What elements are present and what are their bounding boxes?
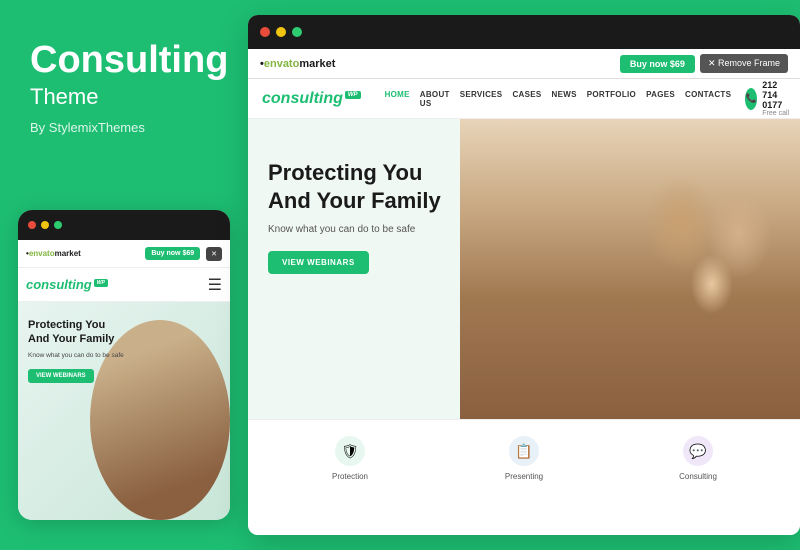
family-photo <box>460 119 800 419</box>
bottom-item-3: 💬 Consulting <box>616 436 780 481</box>
mobile-view-webinars-button[interactable]: VIEW WEBINARS <box>28 369 94 383</box>
nav-item-about[interactable]: ABOUT US <box>420 90 450 108</box>
desktop-logo: consultingWP <box>262 90 361 108</box>
desktop-hero-content: Protecting You And Your Family Know what… <box>268 159 448 274</box>
nav-item-services[interactable]: SERVICES <box>460 90 503 108</box>
desktop-nav: consultingWP HOME ABOUT US SERVICES CASE… <box>248 79 800 119</box>
mobile-envato-logo: •envatomarket <box>26 249 81 258</box>
mobile-dot-yellow <box>41 221 49 229</box>
theme-subtitle: Theme <box>30 84 218 110</box>
desktop-nav-items: HOME ABOUT US SERVICES CASES NEWS PORTFO… <box>385 90 732 108</box>
family-photo-bg <box>460 119 800 419</box>
nav-item-cases[interactable]: CASES <box>512 90 541 108</box>
desktop-wp-badge: WP <box>345 91 361 99</box>
mobile-logo: consultingWP <box>26 277 108 292</box>
desktop-mockup: •envatomarket Buy now $69 ✕ Remove Frame… <box>248 15 800 535</box>
nav-item-home[interactable]: HOME <box>385 90 410 108</box>
phone-number: 212 714 0177 <box>762 80 792 110</box>
desktop-dot-red <box>260 27 270 37</box>
author-label: By StylemixThemes <box>30 120 218 135</box>
nav-item-portfolio[interactable]: PORTFOLIO <box>587 90 636 108</box>
mobile-top-bar <box>18 210 230 240</box>
mobile-nav-bar: consultingWP ☰ <box>18 268 230 302</box>
left-panel: Consulting Theme By StylemixThemes •enva… <box>0 0 248 550</box>
desktop-view-webinars-button[interactable]: VIEW WEBINARS <box>268 251 369 274</box>
phone-icon: 📞 <box>745 88 757 110</box>
mobile-mockup: •envatomarket Buy now $69 ✕ consultingWP… <box>18 210 230 520</box>
phone-text: 212 714 0177 Free call <box>762 80 792 117</box>
nav-item-contacts[interactable]: CONTACTS <box>685 90 731 108</box>
phone-free-label: Free call <box>762 110 792 117</box>
nav-item-pages[interactable]: PAGES <box>646 90 675 108</box>
bottom-label-3: Consulting <box>679 472 717 481</box>
mobile-close-button[interactable]: ✕ <box>206 247 222 261</box>
mobile-envato-bar: •envatomarket Buy now $69 ✕ <box>18 240 230 268</box>
desktop-remove-button[interactable]: ✕ Remove Frame <box>700 54 788 73</box>
bottom-icon-3: 💬 <box>683 436 713 466</box>
mobile-hero-subtitle: Know what you can do to be safe <box>28 352 128 359</box>
bottom-label-1: Protection <box>332 472 368 481</box>
mobile-buy-button[interactable]: Buy now $69 <box>145 247 200 260</box>
desktop-hero-title: Protecting You And Your Family <box>268 159 448 214</box>
mobile-wp-badge: WP <box>94 279 108 287</box>
mobile-dot-red <box>28 221 36 229</box>
theme-title: Consulting <box>30 40 218 82</box>
mobile-hero-title: Protecting You And Your Family <box>28 318 128 347</box>
bottom-icon-1: 🛡 <box>335 436 365 466</box>
desktop-buy-button[interactable]: Buy now $69 <box>620 55 695 73</box>
bottom-icon-2: 📋 <box>509 436 539 466</box>
nav-item-news[interactable]: NEWS <box>552 90 577 108</box>
phone-area: 📞 212 714 0177 Free call <box>745 80 792 117</box>
desktop-dot-green <box>292 27 302 37</box>
mobile-hero-content: Protecting You And Your Family Know what… <box>28 318 128 383</box>
desktop-hero: Protecting You And Your Family Know what… <box>248 119 800 419</box>
bottom-label-2: Presenting <box>505 472 543 481</box>
desktop-envato-bar: •envatomarket Buy now $69 ✕ Remove Frame <box>248 49 800 79</box>
desktop-envato-logo: •envatomarket <box>260 58 335 70</box>
desktop-top-bar <box>248 15 800 49</box>
bottom-item-1: 🛡 Protection <box>268 436 432 481</box>
mobile-hamburger-icon[interactable]: ☰ <box>208 275 222 295</box>
desktop-hero-subtitle: Know what you can do to be safe <box>268 224 428 235</box>
desktop-dot-yellow <box>276 27 286 37</box>
bottom-item-2: 📋 Presenting <box>442 436 606 481</box>
mobile-hero: Protecting You And Your Family Know what… <box>18 302 230 520</box>
desktop-bottom-section: 🛡 Protection 📋 Presenting 💬 Consulting <box>248 419 800 535</box>
mobile-dot-green <box>54 221 62 229</box>
